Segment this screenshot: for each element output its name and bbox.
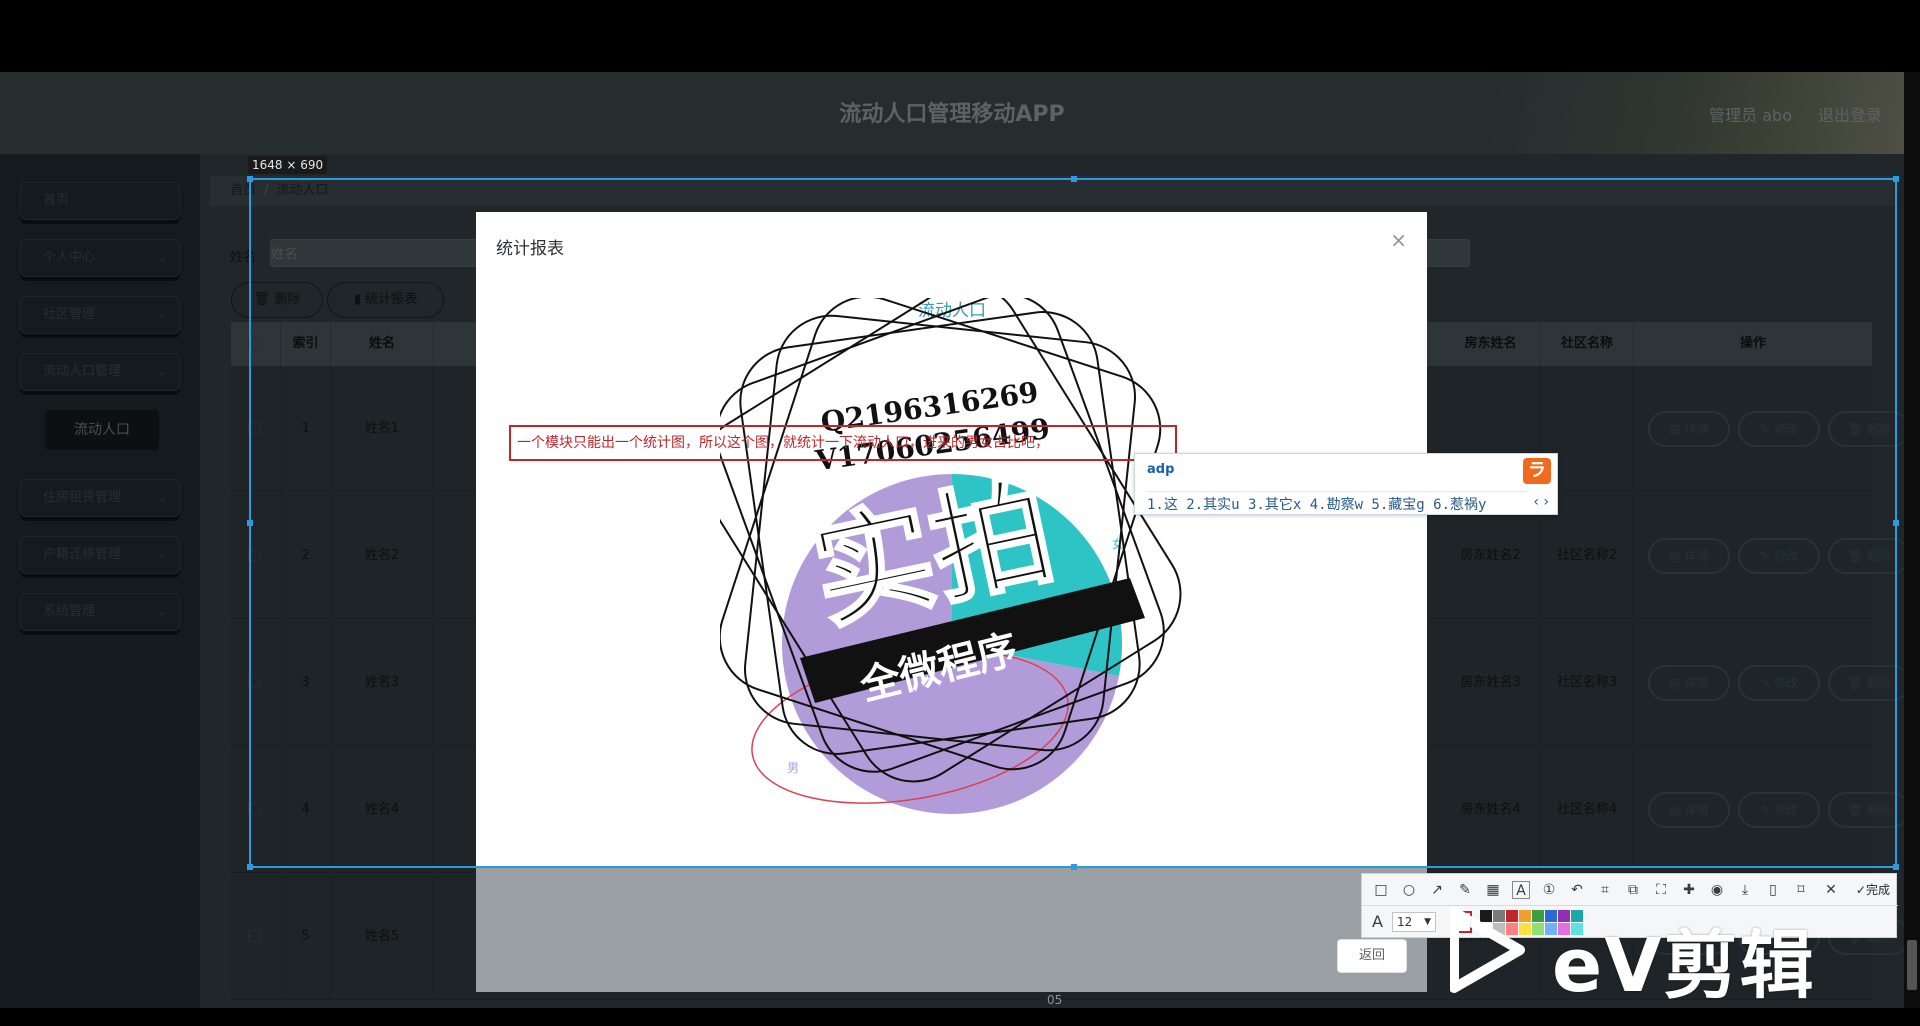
download-icon[interactable]: ⤓ — [1736, 881, 1754, 899]
arrow-tool-icon[interactable]: ↗ — [1428, 881, 1446, 899]
ime-candidate-window: adp ラ 1.这 2.其实u 3.其它x 4.勘察w 5.藏宝g 6.惹祸y … — [1134, 453, 1558, 515]
rectangle-tool-icon[interactable]: □ — [1372, 881, 1390, 899]
capture-size-label: 1648 × 690 — [248, 156, 328, 174]
bookmark-icon[interactable]: ⌑ — [1792, 881, 1810, 899]
ellipse-tool-icon[interactable]: ○ — [1400, 881, 1418, 899]
watermark-stamp: Q2196316269 V17060256499 实拍 全微程序 ★ ★ — [720, 298, 1182, 783]
done-button-label: 完成 — [1865, 883, 1890, 897]
undo-icon[interactable]: ↶ — [1568, 881, 1586, 899]
close-icon[interactable]: ✕ — [1822, 881, 1840, 899]
font-size-value: 12 — [1397, 915, 1413, 929]
page-hint: 05 — [1047, 993, 1063, 1007]
text-tool-icon[interactable]: A — [1512, 881, 1530, 899]
scan-icon[interactable]: ⛶ — [1652, 881, 1670, 899]
translate-icon[interactable]: ⧉ — [1624, 881, 1642, 899]
star-icon: ★ — [1108, 589, 1135, 624]
font-icon: A — [1372, 912, 1383, 931]
annotation-textbox[interactable]: 一个模块只能出一个统计图，所以这个图，就统计一下流动人口，进来的男女占比吧， — [509, 425, 1177, 461]
screen: 流动人口管理移动APP 管理员 abo 退出登录 首页 个人中心 ⌄ 社区管理 ⌄ … — [0, 0, 1920, 1026]
ime-composition-text: adp — [1147, 462, 1175, 477]
done-button[interactable]: ✓完成 — [1856, 881, 1890, 899]
check-icon: ✓ — [1855, 883, 1866, 897]
ocr-icon[interactable]: ⌗ — [1596, 881, 1614, 899]
pen-tool-icon[interactable]: ✎ — [1456, 881, 1474, 899]
ime-page-nav[interactable]: ‹ › — [1533, 494, 1549, 510]
star-icon: ★ — [830, 656, 857, 691]
font-size-select[interactable]: 12 ▼ — [1392, 912, 1436, 932]
ime-divider — [1147, 491, 1527, 492]
phone-icon[interactable]: ▯ — [1764, 881, 1782, 899]
record-icon[interactable]: ◉ — [1708, 881, 1726, 899]
chevron-down-icon: ▼ — [1424, 917, 1431, 927]
pin-icon[interactable]: ✚ — [1680, 881, 1698, 899]
mosaic-tool-icon[interactable]: ▦ — [1484, 881, 1502, 899]
watermark-text: eV剪辑 — [1552, 923, 1816, 1009]
vertical-scrollbar[interactable] — [1904, 72, 1920, 1008]
number-tool-icon[interactable]: ① — [1540, 881, 1558, 899]
scrollbar-thumb[interactable] — [1907, 940, 1917, 990]
ime-candidates[interactable]: 1.这 2.其实u 3.其它x 4.勘察w 5.藏宝g 6.惹祸y — [1147, 494, 1486, 514]
ime-logo-icon[interactable]: ラ — [1523, 458, 1551, 484]
